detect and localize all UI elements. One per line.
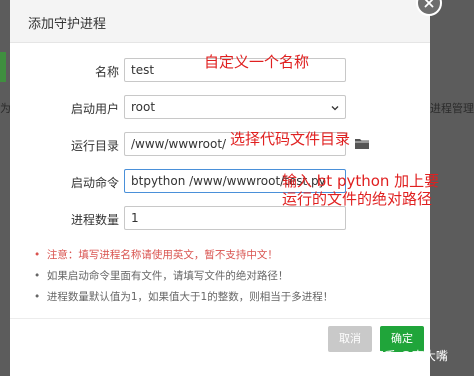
count-input[interactable]: 1 [124, 206, 346, 230]
dialog-header: 添加守护进程 [10, 0, 430, 43]
annotation-cmd: 输入 bt python 加上要 运行的文件的绝对路径 [282, 172, 439, 208]
dir-label: 运行目录 [70, 139, 119, 153]
annotation-cmd-line2: 运行的文件的绝对路径 [282, 190, 433, 208]
user-label: 启动用户 [70, 102, 119, 116]
note-item: • 注意：填写进程名称请使用英文，暂不支持中文！ [34, 249, 278, 261]
bullet-icon: • [34, 249, 47, 261]
annotation-dir: 选择代码文件目录 [230, 130, 351, 148]
user-select-value: root [131, 100, 156, 114]
note-item: • 进程数量默认值为1，如果值大于1的整数，则相当于多进程！ [34, 291, 334, 303]
background-button-fragment [0, 52, 6, 82]
note-item: • 如果启动命令里面有文件，请填写文件的绝对路径！ [34, 270, 289, 282]
close-icon [424, 0, 434, 8]
chevron-down-icon [331, 106, 339, 111]
bullet-icon: • [34, 291, 47, 303]
name-label: 名称 [94, 65, 119, 79]
cmd-label: 启动命令 [70, 176, 119, 190]
annotation-name: 自定义一个名称 [204, 53, 310, 71]
folder-icon[interactable] [354, 136, 370, 150]
dialog-title: 添加守护进程 [28, 17, 107, 32]
cancel-button[interactable]: 取消 [328, 326, 372, 352]
bullet-icon: • [34, 270, 47, 282]
annotation-cmd-line1: 输入 bt python 加上要 [282, 172, 440, 190]
count-label: 进程数量 [70, 213, 119, 227]
user-select[interactable]: root [124, 95, 346, 119]
background-text-right: 进程管理 [430, 102, 474, 115]
watermark: 知乎 @李大嘴 [372, 349, 448, 363]
